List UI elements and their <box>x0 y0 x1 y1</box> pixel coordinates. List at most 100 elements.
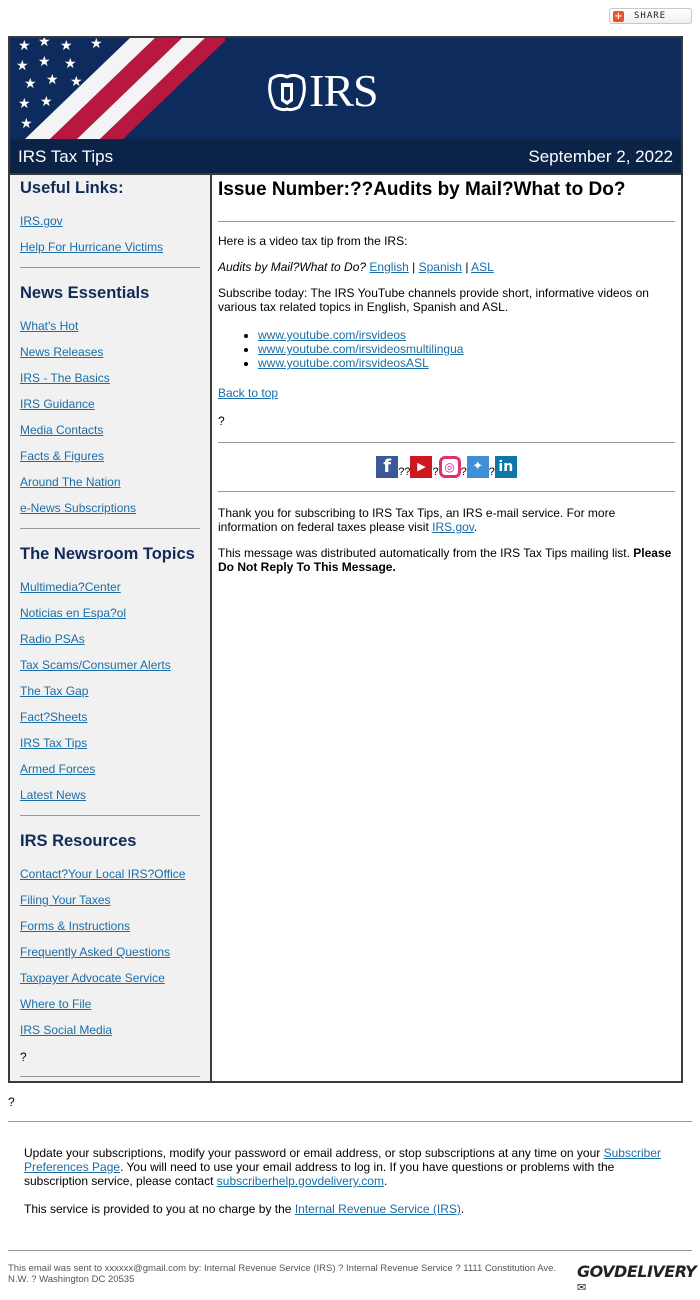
list-item: www.youtube.com/irsvideosASL <box>258 356 675 370</box>
sidebar-link-around-nation[interactable]: Around The Nation <box>20 476 200 489</box>
sent-to-text: This email was sent to xxxxxx@gmail.com … <box>8 1263 557 1285</box>
sidebar-link-enews-subscriptions[interactable]: e-News Subscriptions <box>20 502 200 515</box>
list-item: www.youtube.com/irsvideosmultilingua <box>258 342 675 356</box>
sidebar-link-noticias[interactable]: Noticias en Espa?ol <box>20 607 200 620</box>
svg-text:★: ★ <box>40 94 53 110</box>
sidebar-link-hurricane-victims[interactable]: Help For Hurricane Victims <box>20 241 200 254</box>
divider <box>20 1076 200 1077</box>
newsletter-title: IRS Tax Tips <box>18 146 114 166</box>
sidebar-heading: IRS Resources <box>20 832 137 850</box>
svg-text:★: ★ <box>38 38 51 50</box>
sidebar-section-useful-links: Useful Links: IRS.gov Help For Hurricane… <box>20 179 200 254</box>
sidebar-link-multimedia-center[interactable]: Multimedia?Center <box>20 581 200 594</box>
irs-link[interactable]: Internal Revenue Service (IRS) <box>295 1202 461 1216</box>
sidebar-section-irs-resources: IRS Resources Contact?Your Local IRS?Off… <box>20 832 200 1064</box>
irs-logo: IRS <box>265 68 379 114</box>
sidebar-link-faq[interactable]: Frequently Asked Questions <box>20 946 200 959</box>
sidebar-section-newsroom-topics: The Newsroom Topics Multimedia?Center No… <box>20 545 200 802</box>
youtube-link[interactable]: ▶ <box>410 456 433 478</box>
sidebar-link-whats-hot[interactable]: What's Hot <box>20 320 200 333</box>
flag-graphic: ★ ★ ★ ★ ★ ★ ★ ★ ★ ★ ★ ★ ★ <box>10 38 225 139</box>
divider <box>8 1250 692 1251</box>
update-subscriptions-text: Update your subscriptions, modify your p… <box>24 1146 661 1188</box>
sidebar-link-where-to-file[interactable]: Where to File <box>20 998 200 1011</box>
social-icons: f?? ▶? ◎? ✦? in <box>218 443 675 491</box>
thanks-text: Thank you for subscribing to IRS Tax Tip… <box>218 506 616 534</box>
sidebar-link-armed-forces[interactable]: Armed Forces <box>20 763 200 776</box>
sidebar-link-irs-gov[interactable]: IRS.gov <box>20 215 200 228</box>
sidebar-link-irs-guidance[interactable]: IRS Guidance <box>20 398 200 411</box>
youtube-link-multilingua[interactable]: www.youtube.com/irsvideosmultilingua <box>258 342 463 356</box>
svg-text:★: ★ <box>70 74 83 90</box>
list-item: www.youtube.com/irsvideos <box>258 328 675 342</box>
sidebar-link-filing-taxes[interactable]: Filing Your Taxes <box>20 894 200 907</box>
stray-text: ? <box>8 1095 15 1109</box>
linkedin-icon: in <box>494 456 517 478</box>
video-link-asl[interactable]: ASL <box>471 260 494 274</box>
sidebar-link-facts-figures[interactable]: Facts & Figures <box>20 450 200 463</box>
plus-icon: + <box>613 10 624 22</box>
sidebar-link-media-contacts[interactable]: Media Contacts <box>20 424 200 437</box>
sidebar-heading: The Newsroom Topics <box>20 545 195 563</box>
sidebar-link-news-releases[interactable]: News Releases <box>20 346 200 359</box>
share-label: SHARE <box>634 11 667 21</box>
intro-text: Here is a video tax tip from the IRS: <box>218 234 408 248</box>
sidebar-link-fact-sheets[interactable]: Fact?Sheets <box>20 711 200 724</box>
sidebar-link-taxpayer-advocate[interactable]: Taxpayer Advocate Service <box>20 972 200 985</box>
sidebar-link-irs-tax-tips[interactable]: IRS Tax Tips <box>20 737 200 750</box>
sidebar-link-forms-instructions[interactable]: Forms & Instructions <box>20 920 200 933</box>
share-button[interactable]: + SHARE <box>609 8 692 24</box>
divider <box>20 815 200 816</box>
eagle-seal-icon <box>268 73 306 112</box>
irs-gov-link[interactable]: IRS.gov <box>432 520 474 534</box>
divider <box>218 221 675 222</box>
sidebar-heading: Useful Links: <box>20 179 124 197</box>
svg-text:★: ★ <box>20 116 33 132</box>
youtube-list: www.youtube.com/irsvideos www.youtube.co… <box>218 328 675 370</box>
subscriber-help-link[interactable]: subscriberhelp.govdelivery.com <box>217 1174 384 1188</box>
svg-text:★: ★ <box>46 72 59 88</box>
govdelivery-logo[interactable]: GOVDELIVERY✉ <box>577 1262 700 1300</box>
svg-text:★: ★ <box>60 38 73 54</box>
article-title: Issue Number:??Audits by Mail?What to Do… <box>218 179 626 200</box>
sidebar-link-tax-gap[interactable]: The Tax Gap <box>20 685 200 698</box>
title-bar: IRS Tax Tips September 2, 2022 <box>10 139 681 173</box>
facebook-link[interactable]: f <box>376 456 399 478</box>
youtube-link-asl[interactable]: www.youtube.com/irsvideosASL <box>258 356 429 370</box>
sidebar-section-news-essentials: News Essentials What's Hot News Releases… <box>20 284 200 515</box>
back-to-top-link[interactable]: Back to top <box>218 386 278 400</box>
svg-text:★: ★ <box>64 56 77 72</box>
divider <box>20 528 200 529</box>
svg-text:★: ★ <box>38 54 51 70</box>
instagram-link[interactable]: ◎ <box>438 456 461 478</box>
service-text: This service is provided to you at no ch… <box>24 1202 465 1216</box>
divider <box>20 267 200 268</box>
stray-text: ? <box>218 414 225 428</box>
email-container: ★ ★ ★ ★ ★ ★ ★ ★ ★ ★ ★ ★ ★ IRS IRS Tax Tips Septe… <box>8 36 683 1083</box>
sidebar-link-tax-scams[interactable]: Tax Scams/Consumer Alerts <box>20 659 200 672</box>
video-link-english[interactable]: English <box>369 260 408 274</box>
envelope-icon: ✉ <box>577 1281 586 1294</box>
video-title: Audits by Mail?What to Do? <box>218 260 367 274</box>
sidebar: Useful Links: IRS.gov Help For Hurricane… <box>10 175 212 1081</box>
sidebar-link-radio-psas[interactable]: Radio PSAs <box>20 633 200 646</box>
facebook-icon: f <box>376 456 399 478</box>
linkedin-link[interactable]: in <box>494 456 517 478</box>
youtube-link-irsvideos[interactable]: www.youtube.com/irsvideos <box>258 328 406 342</box>
sidebar-link-social-media[interactable]: IRS Social Media <box>20 1024 200 1037</box>
sidebar-link-irs-basics[interactable]: IRS - The Basics <box>20 372 200 385</box>
separator: | <box>412 260 416 274</box>
svg-text:★: ★ <box>24 76 37 92</box>
share-bar: + SHARE <box>0 0 700 36</box>
twitter-link[interactable]: ✦ <box>466 456 489 478</box>
svg-text:★: ★ <box>16 58 29 74</box>
svg-text:★: ★ <box>18 96 31 112</box>
distribution-notice: This message was distributed automatical… <box>218 546 672 574</box>
youtube-icon: ▶ <box>410 456 433 478</box>
divider <box>8 1121 692 1122</box>
stray-text: ? <box>20 1050 27 1064</box>
video-link-spanish[interactable]: Spanish <box>419 260 462 274</box>
separator: | <box>465 260 469 274</box>
sidebar-link-contact-local-office[interactable]: Contact?Your Local IRS?Office <box>20 868 200 881</box>
sidebar-link-latest-news[interactable]: Latest News <box>20 789 200 802</box>
